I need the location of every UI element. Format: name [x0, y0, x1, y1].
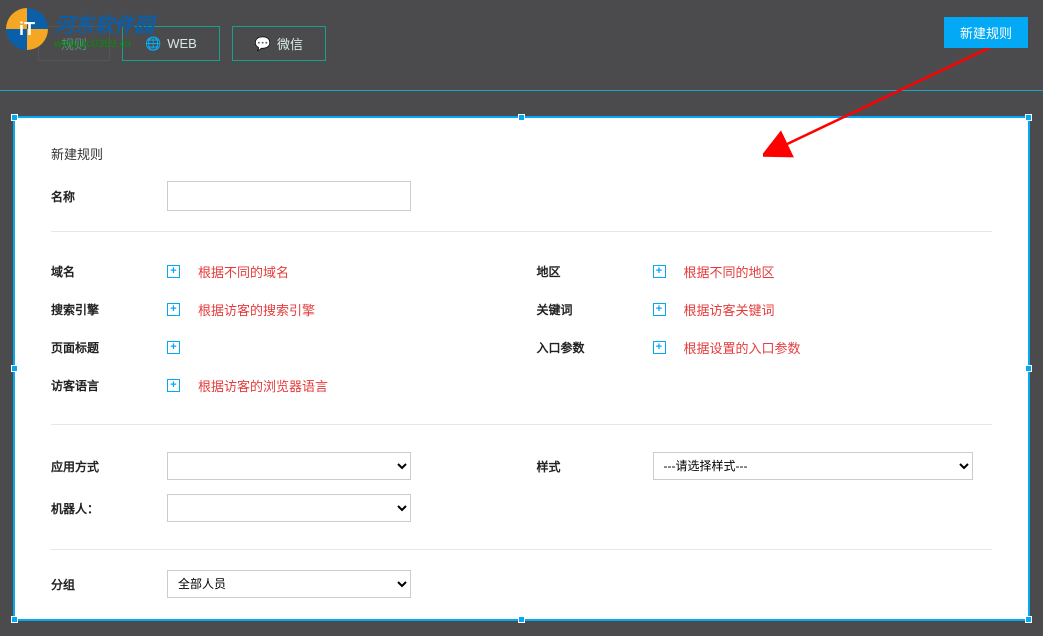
robot-label: 机器人：	[51, 500, 167, 517]
resize-handle[interactable]	[1025, 114, 1032, 121]
divider-line	[0, 90, 1043, 91]
separator	[51, 231, 992, 232]
modal-title: 新建规则	[51, 144, 992, 163]
apply-method-select[interactable]	[167, 452, 411, 480]
name-label: 名称	[51, 188, 167, 205]
logo-icon: iT	[6, 8, 48, 50]
plus-icon[interactable]: +	[653, 265, 666, 278]
keyword-label: 关键词	[537, 301, 653, 318]
style-select[interactable]: ---请选择样式---	[653, 452, 973, 480]
resize-handle[interactable]	[11, 114, 18, 121]
group-select[interactable]: 全部人员	[167, 570, 411, 598]
nav-tab-wechat[interactable]: 💬 微信	[232, 26, 326, 61]
keyword-hint: 根据访客关键词	[684, 300, 775, 319]
plus-icon[interactable]: +	[653, 303, 666, 316]
watermark-logo: iT 河东软件园 www.pc0359.cn	[6, 8, 154, 50]
robot-select[interactable]	[167, 494, 411, 522]
wechat-icon: 💬	[255, 36, 271, 52]
visitor-lang-hint: 根据访客的浏览器语言	[198, 376, 328, 395]
new-rule-modal: 新建规则 名称 域名 + 根据不同的域名 搜索引擎 + 根据访客的搜索引擎	[13, 116, 1030, 621]
plus-icon[interactable]: +	[167, 341, 180, 354]
entry-param-hint: 根据设置的入口参数	[684, 338, 801, 357]
resize-handle[interactable]	[1025, 616, 1032, 623]
style-label: 样式	[537, 458, 653, 475]
visitor-lang-label: 访客语言	[51, 377, 167, 394]
name-input[interactable]	[167, 181, 411, 211]
search-engine-label: 搜索引擎	[51, 301, 167, 318]
search-engine-hint: 根据访客的搜索引擎	[198, 300, 315, 319]
plus-icon[interactable]: +	[167, 303, 180, 316]
domain-label: 域名	[51, 263, 167, 280]
separator	[51, 424, 992, 425]
new-rule-button[interactable]: 新建规则	[944, 17, 1028, 48]
resize-handle[interactable]	[518, 114, 525, 121]
plus-icon[interactable]: +	[167, 379, 180, 392]
resize-handle[interactable]	[518, 616, 525, 623]
watermark-title: 河东软件园	[54, 9, 154, 38]
plus-icon[interactable]: +	[653, 341, 666, 354]
resize-handle[interactable]	[11, 365, 18, 372]
separator	[51, 549, 992, 550]
domain-hint: 根据不同的域名	[198, 262, 289, 281]
resize-handle[interactable]	[1025, 365, 1032, 372]
plus-icon[interactable]: +	[167, 265, 180, 278]
resize-handle[interactable]	[11, 616, 18, 623]
group-label: 分组	[51, 576, 167, 593]
page-title-label: 页面标题	[51, 339, 167, 356]
watermark-url: www.pc0359.cn	[54, 38, 154, 50]
region-label: 地区	[537, 263, 653, 280]
region-hint: 根据不同的地区	[684, 262, 775, 281]
entry-param-label: 入口参数	[537, 339, 653, 356]
apply-method-label: 应用方式	[51, 458, 167, 475]
